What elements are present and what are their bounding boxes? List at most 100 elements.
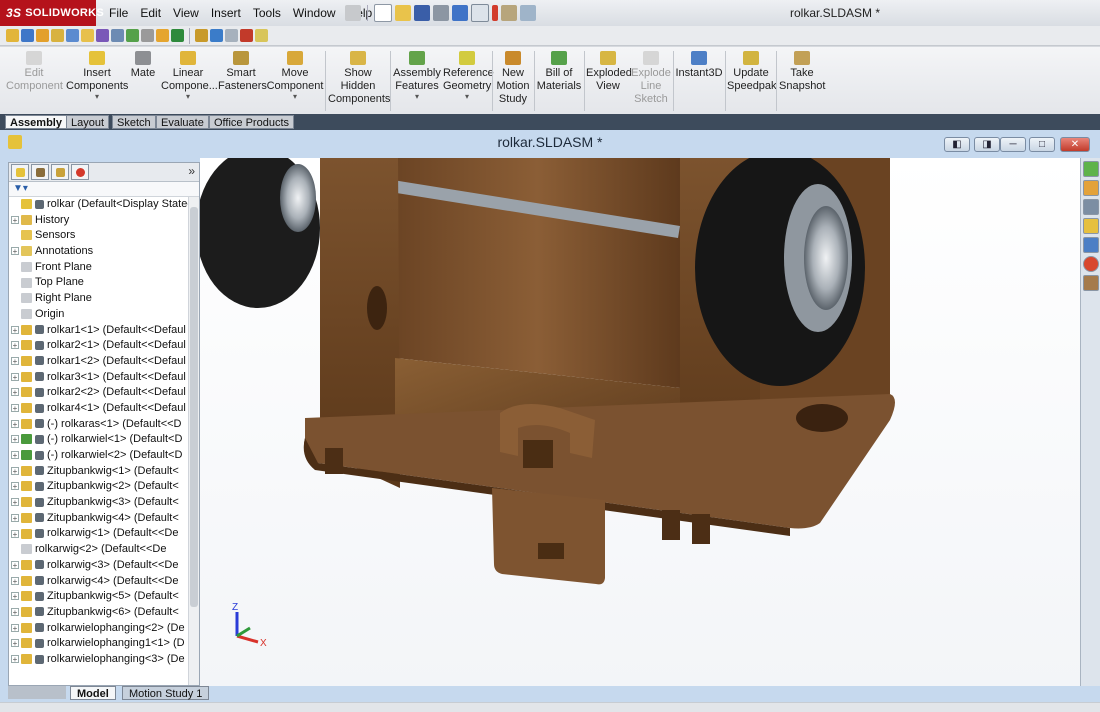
sketch-icon[interactable] [6, 29, 19, 42]
toolbox-icon[interactable] [156, 29, 169, 42]
chevron-down-icon[interactable]: ▾ [266, 93, 324, 101]
tree-item[interactable]: rolkarwig<2> (Default<<De [9, 542, 199, 558]
select-cursor-icon[interactable] [471, 4, 489, 22]
expand-icon[interactable]: + [11, 623, 19, 632]
file-properties-icon[interactable] [501, 5, 517, 21]
tree-item[interactable]: + rolkar2<1> (Default<<Defaul [9, 338, 199, 354]
expand-icon[interactable]: + [11, 607, 19, 616]
exploded-view-button[interactable]: Exploded View [586, 51, 632, 93]
tree-item[interactable]: + Zitupbankwig<2> (Default< [9, 479, 199, 495]
take-snapshot-button[interactable]: Take Snapshot [779, 51, 825, 93]
chevron-down-icon[interactable]: ▾ [161, 93, 215, 101]
tile-right-button[interactable]: ◨ [974, 137, 1000, 152]
graphics-area[interactable]: Z X [200, 158, 1080, 686]
tree-item[interactable]: + Zitupbankwig<6> (Default< [9, 605, 199, 621]
save-icon[interactable] [414, 5, 430, 21]
update-speedpak-button[interactable]: Update Speedpak [727, 51, 777, 93]
smart-dimension-icon[interactable] [21, 29, 34, 42]
tree-item[interactable]: Origin [9, 307, 199, 323]
expand-icon[interactable]: + [11, 576, 19, 585]
minimize-button[interactable]: ─ [1000, 137, 1026, 152]
expand-icon[interactable]: + [11, 388, 19, 397]
expand-icon[interactable]: + [11, 592, 19, 601]
expand-icon[interactable]: + [11, 639, 19, 648]
expand-icon[interactable]: + [11, 466, 19, 475]
motion-icon[interactable] [210, 29, 223, 42]
expand-icon[interactable]: + [11, 247, 19, 256]
tree-item[interactable]: + rolkar1<1> (Default<<Defaul [9, 323, 199, 339]
configuration-manager-tab[interactable] [51, 164, 69, 180]
undo-icon[interactable] [452, 5, 468, 21]
expand-icon[interactable]: + [11, 341, 19, 350]
menu-window[interactable]: Window [287, 6, 342, 20]
tab-sketch[interactable]: Sketch [112, 115, 156, 129]
linear-pattern-button[interactable]: Linear Compone... ▾ [161, 51, 218, 101]
tree-item[interactable]: + rolkarwig<4> (Default<<De [9, 574, 199, 590]
appearances-icon[interactable] [1083, 256, 1099, 272]
instant3d-button[interactable]: Instant3D [675, 51, 723, 80]
design-library-icon[interactable] [1083, 180, 1099, 196]
chevron-down-icon[interactable]: ▾ [393, 93, 441, 101]
tree-item[interactable]: + rolkarwielophanging1<1> (D [9, 636, 199, 652]
tree-item[interactable]: + Zitupbankwig<3> (Default< [9, 495, 199, 511]
tree-item[interactable]: Top Plane [9, 275, 199, 291]
tree-item[interactable]: + Zitupbankwig<5> (Default< [9, 589, 199, 605]
menu-file[interactable]: File [103, 6, 134, 20]
tree-item[interactable]: + Annotations [9, 244, 199, 260]
open-folder-icon[interactable] [395, 5, 411, 21]
edit-component-button[interactable]: Edit Component [6, 51, 63, 93]
show-hidden-components-button[interactable]: Show Hidden Components [328, 51, 390, 106]
print-icon[interactable] [433, 5, 449, 21]
options-icon[interactable] [520, 5, 536, 21]
expand-icon[interactable]: + [11, 560, 19, 569]
expand-icon[interactable]: + [11, 451, 19, 460]
expand-icon[interactable]: + [11, 513, 19, 522]
tree-item[interactable]: + rolkarwig<3> (Default<<De [9, 558, 199, 574]
property-manager-tab[interactable] [31, 164, 49, 180]
reference-geometry-button[interactable]: Reference Geometry ▾ [443, 51, 494, 101]
expand-icon[interactable]: + [11, 404, 19, 413]
assembly-icon[interactable] [51, 29, 64, 42]
close-button[interactable]: ✕ [1060, 137, 1090, 152]
tab-layout[interactable]: Layout [66, 115, 110, 129]
menu-view[interactable]: View [167, 6, 205, 20]
tree-item[interactable]: + History [9, 213, 199, 229]
tab-model[interactable]: Model [70, 686, 116, 700]
expand-icon[interactable]: + [11, 356, 19, 365]
expand-icon[interactable]: + [11, 325, 19, 334]
expand-icon[interactable]: + [11, 482, 19, 491]
tree-item[interactable]: rolkar (Default<Display State-1 [9, 197, 199, 213]
tree-item[interactable]: Right Plane [9, 291, 199, 307]
checkbox-icon[interactable] [81, 29, 94, 42]
solidworks-logo[interactable]: 3S SOLIDWORKS [0, 0, 104, 26]
move-component-button[interactable]: Move Component ▾ [266, 51, 324, 101]
tree-item[interactable]: + (-) rolkarwiel<2> (Default<D [9, 448, 199, 464]
expand-icon[interactable]: + [11, 498, 19, 507]
expand-icon[interactable]: + [11, 372, 19, 381]
vertical-scrollbar[interactable] [188, 197, 199, 685]
custom-properties-icon[interactable] [1083, 275, 1099, 291]
menu-tools[interactable]: Tools [247, 6, 287, 20]
tree-item[interactable]: Front Plane [9, 260, 199, 276]
menu-edit[interactable]: Edit [134, 6, 167, 20]
view-palette-icon[interactable] [1083, 237, 1099, 253]
rebuild-icon[interactable] [492, 5, 498, 21]
tab-motion-study-1[interactable]: Motion Study 1 [122, 686, 210, 700]
assembly-model-view[interactable]: Z X [200, 158, 1080, 686]
solidworks-resources-icon[interactable] [1083, 161, 1099, 177]
menu-insert[interactable]: Insert [205, 6, 247, 20]
tree-item[interactable]: + rolkarwielophanging<2> (De [9, 621, 199, 637]
tab-evaluate[interactable]: Evaluate [156, 115, 209, 129]
tab-office-products[interactable]: Office Products [209, 115, 294, 129]
appearance-icon[interactable] [255, 29, 268, 42]
tree-item[interactable]: + rolkar4<1> (Default<<Defaul [9, 401, 199, 417]
expand-icon[interactable]: + [11, 435, 19, 444]
explode-line-sketch-button[interactable]: Explode Line Sketch [630, 51, 672, 106]
tree-item[interactable]: + rolkarwielophanging<3> (De [9, 652, 199, 668]
tree-item[interactable]: + rolkar1<2> (Default<<Defaul [9, 354, 199, 370]
check-icon[interactable] [225, 29, 238, 42]
scroll-thumb[interactable] [190, 207, 198, 607]
expand-icon[interactable]: + [11, 529, 19, 538]
file-explorer-icon[interactable] [1083, 199, 1099, 215]
assembly-features-button[interactable]: Assembly Features ▾ [393, 51, 441, 101]
